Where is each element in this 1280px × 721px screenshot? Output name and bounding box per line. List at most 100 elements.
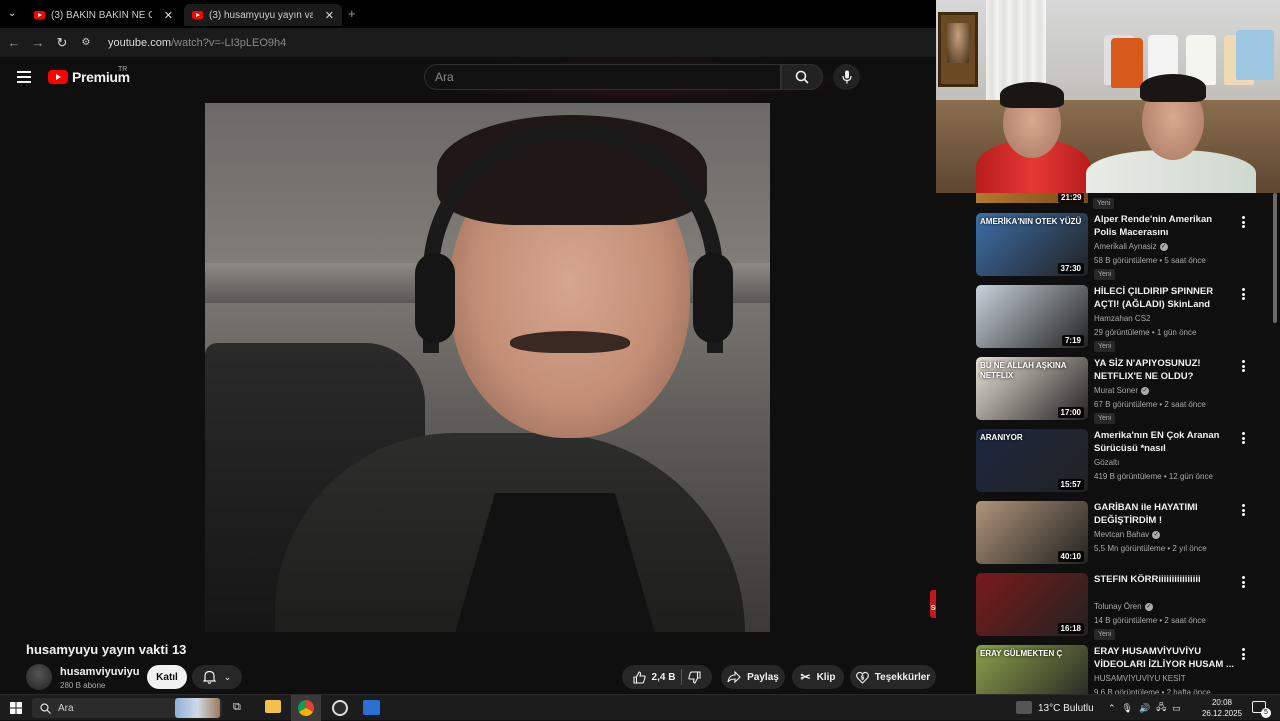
search-input[interactable]: Ara xyxy=(424,64,781,90)
task-view-icon[interactable]: ⧉ xyxy=(233,701,241,714)
more-vertical-icon[interactable] xyxy=(1238,287,1248,301)
video-item-title[interactable]: GARİBAN ile HAYATIMI DEĞİŞTİRDİM ! xyxy=(1094,501,1234,527)
video-frame[interactable] xyxy=(205,103,770,632)
new-badge: Yeni xyxy=(1094,269,1116,280)
battery-icon[interactable]: ▭ xyxy=(1172,703,1181,714)
video-thumbnail[interactable]: 40:10 xyxy=(976,501,1088,564)
tab-1[interactable]: (3) BAKIN BAKIN NE OLUYOR? | ✕ xyxy=(26,4,181,26)
video-player[interactable]: SUB SCRIBE xyxy=(0,103,958,633)
sidebar-video-item[interactable]: 16:18 STEFIN KÖRRiiiiiiiiiiiiiiii Tolunay … xyxy=(976,573,1276,640)
back-arrow-icon[interactable]: ← xyxy=(2,35,26,50)
weather-text[interactable]: 13°C Bulutlu xyxy=(1038,695,1094,721)
sidebar-video-item[interactable]: BU NE ALLAH AŞKINA NETFLIX 17:00 YA SİZ N'… xyxy=(976,357,1276,424)
thumbs-up-icon[interactable] xyxy=(632,670,646,684)
video-thumbnail[interactable]: 7:19 xyxy=(976,285,1088,348)
thumbnail-caption: BU NE ALLAH AŞKINA NETFLIX xyxy=(980,361,1067,380)
clock-date: 26.12.2025 xyxy=(1201,709,1243,718)
more-vertical-icon[interactable] xyxy=(1238,215,1248,229)
microphone-icon xyxy=(841,70,852,84)
video-item-channel[interactable]: Murat Soner ✓ xyxy=(1094,386,1150,395)
tray-chevron-up-icon[interactable]: ⌃ xyxy=(1108,703,1116,714)
more-vertical-icon[interactable] xyxy=(1238,575,1248,589)
menu-hamburger-icon[interactable] xyxy=(17,71,31,86)
new-badge: Yeni xyxy=(1094,341,1116,352)
sidebar-video-item[interactable]: ERAY GÜLMEKTEN Ç12:51ERAY HUSAMVİYUVİYU … xyxy=(976,645,1276,694)
video-thumbnail[interactable]: ERAY GÜLMEKTEN Ç12:51 xyxy=(976,645,1088,694)
url-field[interactable]: youtube.com/watch?v=-LI3pLEO9h4 xyxy=(108,37,286,49)
video-item-channel[interactable]: Gözaltı xyxy=(1094,458,1119,467)
youtube-favicon-icon xyxy=(34,11,45,19)
sidebar-video-item[interactable]: 7:19 HİLECİ ÇILDIRIP SPINNER AÇTI! (AĞLAD… xyxy=(976,285,1276,352)
more-vertical-icon[interactable] xyxy=(1238,359,1248,373)
site-settings-icon[interactable]: ⚙ xyxy=(74,37,98,48)
channel-avatar[interactable] xyxy=(26,664,52,690)
video-item-channel[interactable]: Tolunay Ören ✓ xyxy=(1094,602,1153,611)
address-bar: ← → ↻ ⚙ youtube.com/watch?v=-LI3pLEO9h4 xyxy=(0,28,936,57)
video-thumbnail[interactable]: ARANIYOR 15:57 xyxy=(976,429,1088,492)
windows-start-icon[interactable] xyxy=(10,702,22,714)
windows-taskbar: Ara ⧉ 13°C Bulutlu ⌃ 🎙 🔊 🖧 ▭ 20:08 26.12… xyxy=(0,694,1280,721)
logo-region: TR xyxy=(118,66,128,73)
more-vertical-icon[interactable] xyxy=(1238,431,1248,445)
video-item-title[interactable]: YA SİZ N'APIYOSUNUZ! NETFLIX'E NE OLDU? xyxy=(1094,357,1234,383)
speaker-icon[interactable]: 🔊 xyxy=(1139,703,1150,714)
video-item-channel[interactable]: Amerikali Aynasiz ✓ xyxy=(1094,242,1168,251)
video-item-title[interactable]: HİLECİ ÇILDIRIP SPINNER AÇTI! (AĞLADI) S… xyxy=(1094,285,1234,312)
weather-icon[interactable] xyxy=(1016,701,1032,714)
obs-icon[interactable] xyxy=(332,700,348,716)
clip-label: Klip xyxy=(816,671,836,683)
sidebar-video-item[interactable]: AMERİKA'NIN OTEK YÜZÜ 37:30 Alper Rende'ni… xyxy=(976,213,1276,280)
verified-check-icon: ✓ xyxy=(1144,602,1153,611)
share-button[interactable]: Paylaş xyxy=(721,665,785,689)
forward-arrow-icon[interactable]: → xyxy=(26,35,50,50)
video-thumbnail[interactable]: AMERİKA'NIN OTEK YÜZÜ 37:30 xyxy=(976,213,1088,276)
partial-duration: 21:29 xyxy=(1058,193,1085,203)
channel-name[interactable]: husamviyuviyu xyxy=(60,666,139,678)
video-item-title[interactable]: STEFIN KÖRRiiiiiiiiiiiiiiii xyxy=(1094,573,1234,586)
webcam-overlay xyxy=(936,0,1280,193)
search-button[interactable] xyxy=(781,64,823,90)
clip-button[interactable]: ✂ Klip xyxy=(792,665,844,689)
youtube-play-logo-icon xyxy=(48,70,68,84)
sidebar-video-item[interactable]: ARANIYOR 15:57 Amerika'nın EN Çok Aranan S… xyxy=(976,429,1276,493)
join-button[interactable]: Katıl xyxy=(147,665,187,689)
microphone-tray-icon[interactable]: 🎙 xyxy=(1122,703,1133,714)
more-vertical-icon[interactable] xyxy=(1238,647,1248,661)
video-item-title[interactable]: Amerika'nın EN Çok Aranan Sürücüsü *nası… xyxy=(1094,429,1234,456)
network-icon[interactable]: 🖧 xyxy=(1156,700,1166,716)
thumbs-down-icon[interactable] xyxy=(688,670,702,684)
tab-1-close-icon[interactable]: ✕ xyxy=(164,9,173,22)
video-item-meta: 14 B görüntüleme • 2 saat önce xyxy=(1094,616,1206,625)
sidebar-scrollbar[interactable] xyxy=(1273,193,1277,323)
notification-bell-button[interactable]: ⌄ xyxy=(192,665,242,689)
video-item-channel[interactable]: HUSAMVİYUVİYU KESİT xyxy=(1094,674,1186,683)
tab-list-chevron-icon[interactable]: ⌄ xyxy=(8,8,16,19)
sidebar-video-item[interactable]: 40:10 GARİBAN ile HAYATIMI DEĞİŞTİRDİM ! M… xyxy=(976,501,1276,565)
new-tab-plus-icon[interactable]: + xyxy=(348,6,356,21)
video-item-title[interactable]: Alper Rende'nin Amerikan Polis Macerasın… xyxy=(1094,213,1234,240)
file-explorer-icon[interactable] xyxy=(265,700,281,713)
partial-new-badge: Yeni xyxy=(1093,198,1115,209)
new-badge: Yeni xyxy=(1094,629,1116,640)
video-duration: 7:19 xyxy=(1061,335,1084,346)
video-item-channel[interactable]: Hamzahan CS2 xyxy=(1094,314,1150,323)
tab-2[interactable]: (3) husamyuyu yayın vakti 13 - ✕ xyxy=(184,4,342,26)
taskbar-clock[interactable]: 20:08 26.12.2025 xyxy=(1200,697,1244,719)
more-vertical-icon[interactable] xyxy=(1238,503,1248,517)
monitor-app-icon[interactable] xyxy=(363,700,380,715)
video-item-meta: 419 B görüntüleme • 12 gün önce xyxy=(1094,472,1213,481)
video-thumbnail[interactable]: 16:18 xyxy=(976,573,1088,636)
voice-search-button[interactable] xyxy=(833,64,860,90)
thumbnail-caption: ERAY GÜLMEKTEN Ç xyxy=(980,649,1063,658)
video-duration: 17:00 xyxy=(1057,407,1084,418)
like-count[interactable]: 2,4 B xyxy=(652,672,676,683)
thumbnail-caption: ARANIYOR xyxy=(980,433,1023,442)
thanks-button[interactable]: $ Teşekkürler xyxy=(850,665,936,689)
tab-2-title: (3) husamyuyu yayın vakti 13 - xyxy=(209,9,313,21)
recommendations-sidebar: 21:29 Yeni AMERİKA'NIN OTEK YÜZÜ 37:30 Alp… xyxy=(936,193,1280,694)
video-item-title[interactable]: ERAY HUSAMVİYUVİYU VİDEOLARI İZLİYOR HUS… xyxy=(1094,645,1234,671)
tab-2-close-icon[interactable]: ✕ xyxy=(325,9,334,22)
video-thumbnail[interactable]: BU NE ALLAH AŞKINA NETFLIX 17:00 xyxy=(976,357,1088,420)
video-item-channel[interactable]: Mevtcan Bahav ✓ xyxy=(1094,530,1161,539)
reload-icon[interactable]: ↻ xyxy=(50,35,74,51)
